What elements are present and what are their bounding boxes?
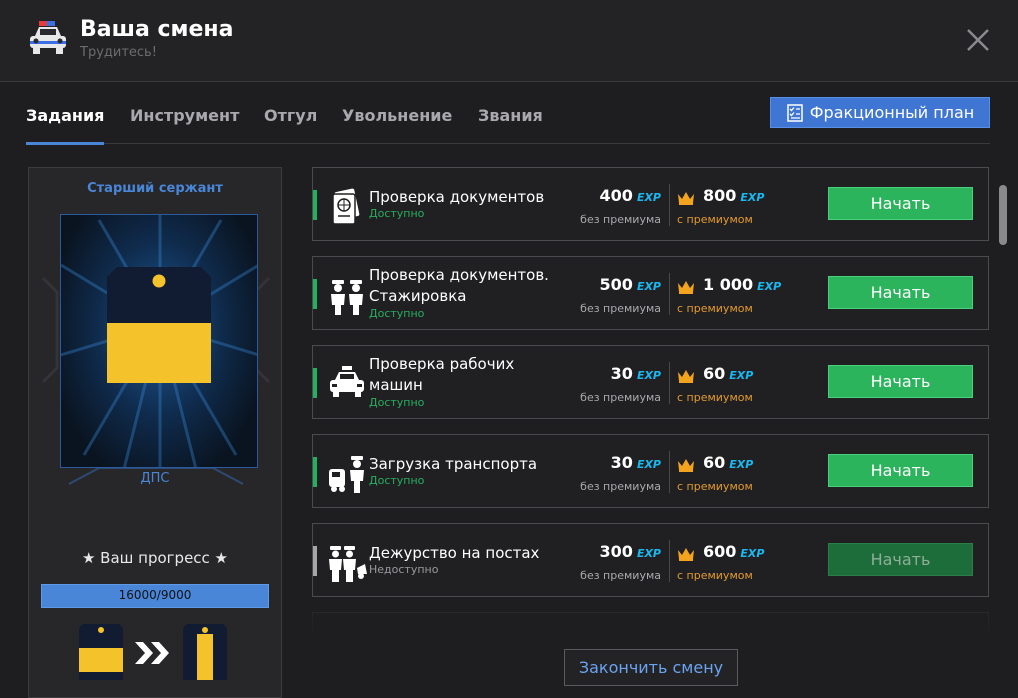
tow-officer-icon: [329, 456, 364, 493]
checklist-icon: [787, 103, 803, 122]
police-car-icon: [30, 21, 66, 54]
tab-ranks[interactable]: Звания: [478, 106, 543, 144]
task-row: Дежурство на постах Недоступно 300 EXP бе…: [312, 523, 989, 597]
reward-divider: [669, 362, 670, 404]
start-task-button[interactable]: Начать: [828, 187, 973, 220]
rank-badge-frame: [60, 214, 258, 468]
passport-icon: [332, 188, 360, 225]
status-marker: [313, 546, 317, 576]
task-name: Загрузка транспорта: [369, 455, 538, 473]
task-name: Дежурство на постах: [369, 544, 540, 562]
progress-title: ★ Ваш прогресс ★: [81, 549, 229, 567]
reward-base: 500 EXP: [599, 275, 661, 294]
start-task-button[interactable]: Начать: [828, 276, 973, 309]
crown-icon: [678, 281, 694, 294]
reward-premium-note: с премиумом: [677, 391, 753, 404]
task-name: Проверка документов. Стажировка: [369, 266, 549, 305]
police-car-icon: [330, 366, 364, 397]
reward-base-note: без премиума: [580, 213, 661, 226]
reward-premium-note: с премиумом: [677, 480, 753, 493]
rank-badge-icon: [107, 267, 211, 383]
reward-base-note: без премиума: [580, 391, 661, 404]
tab-day-off[interactable]: Отгул: [264, 106, 317, 144]
faction-plan-button[interactable]: Фракционный план: [770, 97, 990, 128]
list-fade: [312, 612, 989, 638]
window-header: Ваша смена Трудитесь!: [0, 0, 1018, 82]
reward-premium: 800 EXP: [703, 186, 765, 205]
reward-premium: 600 EXP: [703, 542, 765, 561]
reward-base-note: без премиума: [580, 480, 661, 493]
double-chevron-icon: [135, 642, 169, 664]
task-status: Доступно: [369, 207, 425, 220]
task-name: Проверка документов: [369, 188, 545, 206]
status-marker: [313, 279, 317, 309]
finish-shift-button[interactable]: Закончить смену: [564, 649, 738, 686]
reward-base: 300 EXP: [599, 542, 661, 561]
faction-plan-label: Фракционный план: [809, 103, 975, 122]
task-status: Доступно: [369, 396, 425, 409]
status-marker: [313, 190, 317, 220]
start-task-button[interactable]: Начать: [828, 365, 973, 398]
reward-base: 30 EXP: [610, 364, 661, 383]
reward-base: 30 EXP: [610, 453, 661, 472]
reward-divider: [669, 540, 670, 582]
window-title: Ваша смена: [80, 17, 234, 42]
reward-divider: [669, 273, 670, 315]
status-marker: [313, 368, 317, 398]
reward-premium-note: с премиумом: [677, 213, 753, 226]
window-subtitle: Трудитесь!: [80, 45, 157, 60]
task-row: Проверка рабочих машин Доступно 30 EXP бе…: [312, 345, 989, 419]
status-marker: [313, 457, 317, 487]
reward-divider: [669, 184, 670, 226]
crown-icon: [678, 370, 694, 383]
next-rank-icon: [183, 624, 227, 680]
task-list-scrollbar[interactable]: [999, 185, 1007, 245]
crown-icon: [678, 459, 694, 472]
task-status: Недоступно: [369, 563, 439, 576]
rank-title: Старший сержант: [87, 181, 223, 196]
tab-tasks[interactable]: Задания: [26, 106, 105, 145]
reward-divider: [669, 451, 670, 493]
reward-base-note: без премиума: [580, 302, 661, 315]
crown-icon: [678, 548, 694, 561]
task-row: Проверка документов. Стажировка Доступно…: [312, 256, 989, 330]
reward-premium-note: с премиумом: [677, 302, 753, 315]
task-name: Проверка рабочих машин: [369, 355, 515, 394]
task-row: Загрузка транспорта Доступно 30 EXP без п…: [312, 434, 989, 508]
task-list: Проверка документов Доступно 400 EXP без …: [312, 167, 989, 637]
reward-premium: 60 EXP: [703, 453, 754, 472]
task-status: Доступно: [369, 307, 425, 320]
task-row: Проверка документов Доступно 400 EXP без …: [312, 167, 989, 241]
officers-icon: [331, 280, 363, 315]
start-task-button[interactable]: Начать: [828, 543, 973, 576]
checkpoint-officers-icon: [329, 546, 367, 582]
current-rank-icon: [79, 624, 123, 680]
crown-icon: [678, 192, 694, 205]
reward-premium-note: с премиумом: [677, 569, 753, 582]
reward-premium: 1 000 EXP: [703, 275, 782, 294]
rank-progress-bar: 16000/9000: [41, 584, 269, 608]
task-status: Доступно: [369, 474, 425, 487]
rank-promotion-preview: [79, 624, 227, 680]
start-task-button[interactable]: Начать: [828, 454, 973, 487]
reward-base-note: без премиума: [580, 569, 661, 582]
progress-text: 16000/9000: [118, 588, 192, 602]
reward-base: 400 EXP: [599, 186, 661, 205]
tab-bar: Задания Инструмент Отгул Увольнение Зван…: [26, 96, 990, 145]
reward-premium: 60 EXP: [703, 364, 754, 383]
department-label: ДПС: [140, 471, 170, 486]
tab-tools[interactable]: Инструмент: [130, 106, 239, 144]
rank-panel: Старший сержант ДПС ★ Ваш прогресс ★ 160…: [28, 167, 282, 698]
tab-dismissal[interactable]: Увольнение: [342, 106, 452, 144]
close-icon[interactable]: [964, 26, 992, 54]
